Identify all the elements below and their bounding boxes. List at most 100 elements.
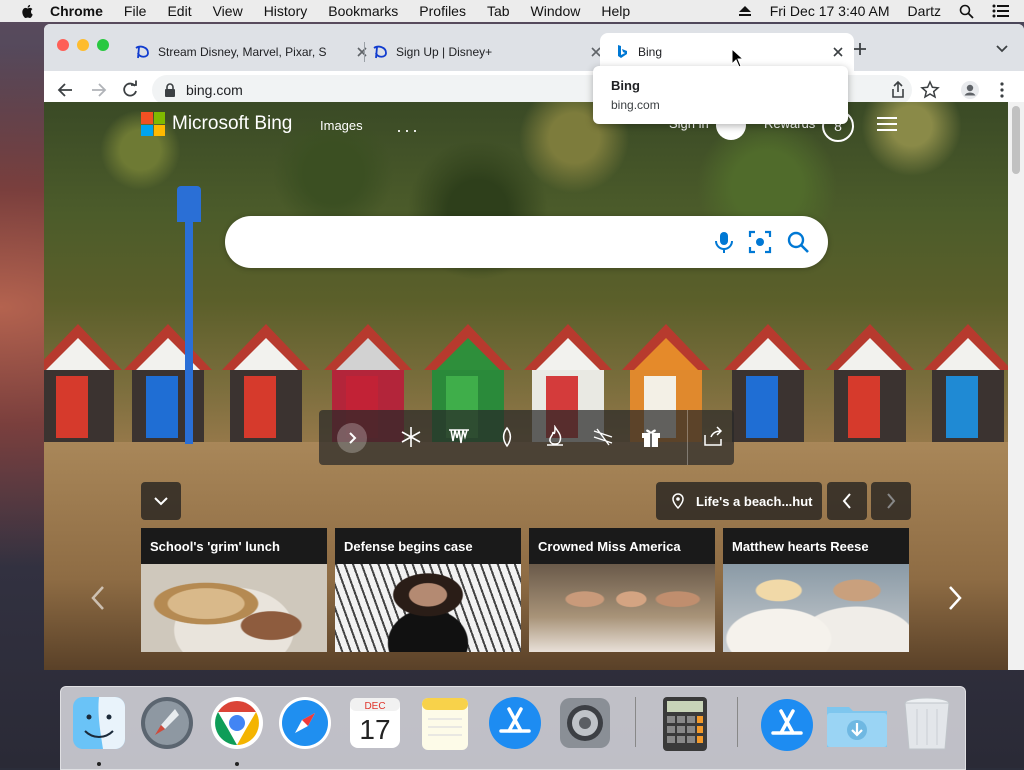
hover-card-url: bing.com: [611, 98, 660, 112]
microsoft-bing-logo[interactable]: Microsoft Bing: [141, 112, 292, 136]
news-card[interactable]: Defense begins case: [335, 528, 521, 652]
launchpad-icon[interactable]: [139, 695, 195, 753]
app-store-icon[interactable]: [487, 695, 543, 753]
url-text[interactable]: bing.com: [186, 82, 243, 98]
images-link[interactable]: Images: [320, 118, 363, 133]
menu-bar: Chrome File Edit View History Bookmarks …: [0, 0, 1024, 22]
lock-icon[interactable]: [164, 83, 176, 97]
news-card[interactable]: Matthew hearts Reese: [723, 528, 909, 652]
chevron-down-icon: [154, 497, 168, 506]
chrome-icon[interactable]: [209, 695, 265, 753]
spotlight-search-icon[interactable]: [959, 4, 974, 19]
beach-hut: [924, 324, 1008, 442]
running-indicator: [97, 762, 101, 766]
quiz-icon-bar: [319, 410, 734, 465]
zoom-window-button[interactable]: [97, 39, 109, 51]
gift-icon[interactable]: [639, 425, 663, 449]
beach-hut: [124, 324, 212, 442]
menubar-clock[interactable]: Fri Dec 17 3:40 AM: [770, 3, 890, 19]
snowflake-icon[interactable]: [399, 425, 423, 449]
apple-menu-icon[interactable]: [20, 3, 36, 19]
news-prev-arrow-icon[interactable]: [87, 584, 111, 612]
menubar-user[interactable]: Dartz: [908, 3, 941, 19]
tab-disney-stream[interactable]: Stream Disney, Marvel, Pixar, S: [124, 33, 374, 71]
close-tab-icon[interactable]: [830, 44, 846, 60]
news-card-image: [141, 564, 327, 652]
page-scrollbar[interactable]: [1008, 102, 1024, 670]
dock-separator: [737, 697, 738, 747]
minimize-window-button[interactable]: [77, 39, 89, 51]
macos-dock: DEC 17: [60, 686, 966, 770]
downloads-folder-icon[interactable]: [825, 695, 889, 753]
disney-plus-icon: [135, 45, 149, 59]
menu-help[interactable]: Help: [601, 3, 630, 19]
visual-search-icon[interactable]: [747, 229, 773, 255]
quickbar-divider: [687, 410, 688, 465]
chevron-down-icon[interactable]: [994, 40, 1010, 56]
hamburger-menu-icon[interactable]: [877, 116, 897, 132]
trash-icon[interactable]: [899, 695, 955, 753]
menu-tab[interactable]: Tab: [487, 3, 510, 19]
calendar-icon[interactable]: DEC 17: [347, 695, 403, 753]
beach-hut: [826, 324, 914, 442]
tab-title: Stream Disney, Marvel, Pixar, S: [158, 45, 327, 59]
menu-window[interactable]: Window: [531, 3, 581, 19]
snow-storm-icon[interactable]: [591, 425, 615, 449]
chevron-right-icon: [887, 493, 896, 509]
menu-file[interactable]: File: [124, 3, 147, 19]
notes-icon[interactable]: [417, 695, 473, 753]
safari-icon[interactable]: [277, 695, 333, 753]
share-icon[interactable]: [888, 80, 908, 100]
tab-title: Sign Up | Disney+: [396, 45, 493, 59]
news-next-arrow-icon[interactable]: [942, 584, 966, 612]
calculator-icon[interactable]: [657, 695, 713, 753]
new-tab-plus-icon[interactable]: [850, 39, 870, 59]
mouse-cursor-icon: [731, 48, 745, 68]
search-input[interactable]: [245, 230, 709, 256]
news-card[interactable]: Crowned Miss America: [529, 528, 715, 652]
news-card-title: Matthew hearts Reese: [723, 528, 909, 564]
ornament-bulb-icon[interactable]: [495, 425, 519, 449]
kebab-menu-icon[interactable]: [992, 80, 1012, 100]
eject-icon[interactable]: [738, 5, 752, 17]
bing-homepage: Microsoft Bing Images ··· Sign in Reward…: [44, 102, 1008, 670]
reload-icon[interactable]: [120, 80, 140, 100]
expand-quickbar-button[interactable]: [337, 423, 367, 453]
lamp-post: [185, 190, 193, 444]
control-center-icon[interactable]: [992, 4, 1010, 18]
fire-icon[interactable]: [543, 425, 567, 449]
microphone-icon[interactable]: [711, 229, 737, 255]
menu-profiles[interactable]: Profiles: [419, 3, 466, 19]
image-caption-button[interactable]: Life's a beach...hut: [656, 482, 822, 520]
bing-search-box: [225, 216, 828, 268]
bookmark-star-icon[interactable]: [920, 80, 940, 100]
icicles-icon[interactable]: [447, 425, 471, 449]
scrollbar-thumb[interactable]: [1012, 106, 1020, 174]
menu-edit[interactable]: Edit: [167, 3, 191, 19]
chevron-right-icon: [349, 432, 357, 444]
previous-image-button[interactable]: [827, 482, 867, 520]
search-icon[interactable]: [785, 229, 811, 255]
image-caption-text: Life's a beach...hut: [696, 494, 813, 509]
news-card-title: Defense begins case: [335, 528, 521, 564]
microsoft-logo-icon: [141, 112, 165, 136]
collapse-feed-button[interactable]: [141, 482, 181, 520]
close-window-button[interactable]: [57, 39, 69, 51]
back-arrow-icon[interactable]: [56, 80, 76, 100]
profile-avatar-icon[interactable]: [960, 80, 980, 100]
system-preferences-icon[interactable]: [557, 695, 613, 753]
more-links-icon[interactable]: ···: [396, 120, 420, 141]
beach-hut: [44, 324, 122, 442]
menu-history[interactable]: History: [264, 3, 308, 19]
menu-view[interactable]: View: [213, 3, 243, 19]
share-arrow-icon[interactable]: [701, 425, 725, 449]
next-image-button[interactable]: [871, 482, 911, 520]
finder-icon[interactable]: [71, 695, 127, 753]
news-card[interactable]: School's 'grim' lunch: [141, 528, 327, 652]
tab-disney-signup[interactable]: Sign Up | Disney+: [368, 33, 602, 71]
hover-card-title: Bing: [611, 78, 640, 93]
app-store-installer-icon[interactable]: [759, 695, 815, 753]
forward-arrow-icon[interactable]: [88, 80, 108, 100]
menu-bookmarks[interactable]: Bookmarks: [328, 3, 398, 19]
menu-app-chrome[interactable]: Chrome: [50, 3, 103, 19]
